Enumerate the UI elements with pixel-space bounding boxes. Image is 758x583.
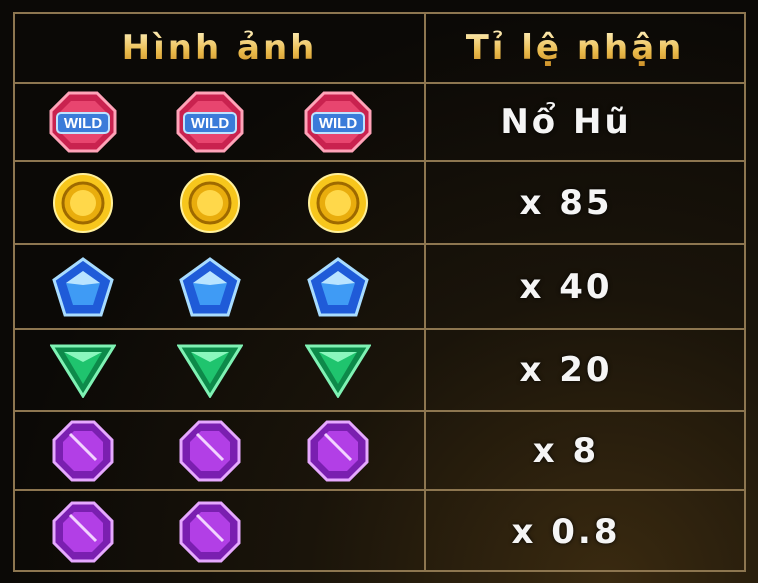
table-row: x 0.8 xyxy=(15,491,744,572)
blue-gem-icon xyxy=(52,256,114,317)
gold-coin-icon xyxy=(52,172,114,234)
wild-gem-icon: WILD xyxy=(304,91,372,153)
purple-gem-icon xyxy=(52,501,114,563)
blue-gem-icon xyxy=(179,256,241,317)
wild-gem-icon: WILD xyxy=(49,91,117,153)
table-row: x 20 xyxy=(15,330,744,412)
header-payout-cell: Tỉ lệ nhận xyxy=(426,14,744,82)
purple-gem-icon xyxy=(307,420,369,482)
purple-gem-icon xyxy=(179,420,241,482)
green-gem-icon xyxy=(177,342,243,398)
wild-gem-icon: WILD xyxy=(176,91,244,153)
gold-coin-icon xyxy=(179,172,241,234)
payout-value: Nổ Hũ xyxy=(500,102,632,142)
green-gem-icon xyxy=(50,342,116,398)
paytable: Hình ảnh Tỉ lệ nhận WILD WILD WILD Nổ Hũ… xyxy=(13,12,746,572)
payout-value: x 85 xyxy=(519,182,613,223)
green-gem-icon xyxy=(305,342,371,398)
wild-text: WILD xyxy=(319,115,357,132)
wild-text: WILD xyxy=(191,115,229,132)
table-row: x 85 xyxy=(15,162,744,245)
purple-gem-icon xyxy=(52,420,114,482)
table-row: WILD WILD WILD Nổ Hũ xyxy=(15,84,744,162)
header-image-label: Hình ảnh xyxy=(15,28,424,68)
payout-value: x 0.8 xyxy=(511,511,621,552)
header-row: Hình ảnh Tỉ lệ nhận xyxy=(15,14,744,84)
table-row: x 40 xyxy=(15,245,744,330)
blue-gem-icon xyxy=(307,256,369,317)
header-image-cell: Hình ảnh xyxy=(15,14,426,82)
table-row: x 8 xyxy=(15,412,744,491)
payout-value: x 8 xyxy=(532,430,600,471)
payout-value: x 20 xyxy=(519,350,613,390)
gold-coin-icon xyxy=(307,172,369,234)
payout-value: x 40 xyxy=(519,266,613,307)
wild-text: WILD xyxy=(64,115,102,132)
header-payout-label: Tỉ lệ nhận xyxy=(465,28,685,68)
purple-gem-icon xyxy=(179,501,241,563)
